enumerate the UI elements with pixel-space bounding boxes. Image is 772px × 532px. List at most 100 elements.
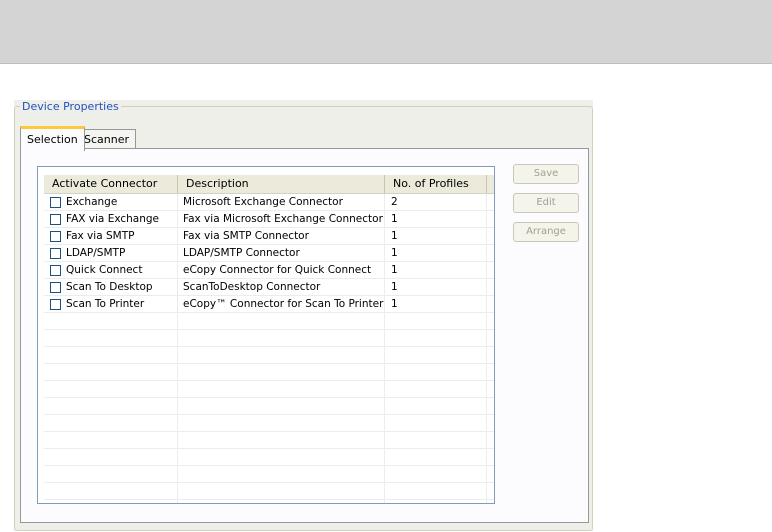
description-cell: Fax via SMTP Connector bbox=[178, 228, 385, 244]
edit-button[interactable]: Edit bbox=[513, 193, 579, 213]
tab-selection[interactable]: Selection bbox=[20, 126, 85, 151]
description-cell bbox=[178, 432, 385, 448]
connector-cell: Scan To Desktop bbox=[44, 279, 178, 295]
description-cell bbox=[178, 449, 385, 465]
activate-checkbox[interactable] bbox=[50, 247, 61, 259]
table-row[interactable]: Scan To Desktop ScanToDesktop Connector 1 bbox=[44, 279, 494, 296]
profiles-cell bbox=[385, 347, 487, 363]
activate-checkbox[interactable] bbox=[50, 196, 61, 208]
connector-cell bbox=[44, 313, 178, 329]
empty-row bbox=[44, 381, 494, 398]
table-row[interactable]: LDAP/SMTP LDAP/SMTP Connector 1 bbox=[44, 245, 494, 262]
description-cell: LDAP/SMTP Connector bbox=[178, 245, 385, 261]
activate-checkbox[interactable] bbox=[50, 230, 61, 242]
connector-cell bbox=[44, 449, 178, 465]
save-button[interactable]: Save bbox=[513, 164, 579, 184]
connector-cell bbox=[44, 432, 178, 448]
description-cell bbox=[178, 347, 385, 363]
empty-row bbox=[44, 347, 494, 364]
connector-cell: LDAP/SMTP bbox=[44, 245, 178, 261]
description-cell: Microsoft Exchange Connector bbox=[178, 194, 385, 210]
profiles-cell: 1 bbox=[385, 279, 487, 295]
empty-row bbox=[44, 364, 494, 381]
connector-cell bbox=[44, 398, 178, 414]
profiles-cell: 1 bbox=[385, 296, 487, 312]
profiles-cell: 1 bbox=[385, 228, 487, 244]
description-cell bbox=[178, 330, 385, 346]
description-cell bbox=[178, 381, 385, 397]
connector-name: Exchange bbox=[66, 196, 118, 208]
top-banner bbox=[0, 0, 772, 64]
profiles-cell: 1 bbox=[385, 262, 487, 278]
empty-row bbox=[44, 330, 494, 347]
connector-name: Scan To Printer bbox=[66, 298, 145, 310]
activate-checkbox[interactable] bbox=[50, 281, 61, 293]
connector-cell bbox=[44, 466, 178, 482]
description-cell: Fax via Microsoft Exchange Connector bbox=[178, 211, 385, 227]
connector-cell bbox=[44, 483, 178, 499]
profiles-cell bbox=[385, 449, 487, 465]
profiles-cell: 1 bbox=[385, 245, 487, 261]
connector-cell bbox=[44, 347, 178, 363]
device-properties-groupbox: Device Properties Selection Scanner Acti… bbox=[14, 100, 593, 531]
empty-row bbox=[44, 313, 494, 330]
table-row[interactable]: Quick Connect eCopy Connector for Quick C… bbox=[44, 262, 494, 279]
arrange-button[interactable]: Arrange bbox=[513, 222, 579, 242]
connector-cell: FAX via Exchange bbox=[44, 211, 178, 227]
profiles-cell bbox=[385, 398, 487, 414]
table-row[interactable]: Scan To Printer eCopy™ Connector for Scan… bbox=[44, 296, 494, 313]
description-cell: eCopy Connector for Quick Connect bbox=[178, 262, 385, 278]
activate-checkbox[interactable] bbox=[50, 213, 61, 225]
empty-row bbox=[44, 398, 494, 415]
description-cell bbox=[178, 466, 385, 482]
empty-row bbox=[44, 466, 494, 483]
activate-checkbox[interactable] bbox=[50, 264, 61, 276]
table-row[interactable]: Fax via SMTP Fax via SMTP Connector 1 bbox=[44, 228, 494, 245]
profiles-cell bbox=[385, 364, 487, 380]
connector-cell bbox=[44, 500, 178, 503]
tab-scanner[interactable]: Scanner bbox=[77, 129, 137, 150]
description-cell bbox=[178, 364, 385, 380]
profiles-cell bbox=[385, 313, 487, 329]
table-row[interactable]: Exchange Microsoft Exchange Connector 2 bbox=[44, 194, 494, 211]
list-header: Activate Connector Description No. of Pr… bbox=[44, 175, 494, 194]
empty-row bbox=[44, 500, 494, 503]
profiles-cell: 2 bbox=[385, 194, 487, 210]
connector-cell: Quick Connect bbox=[44, 262, 178, 278]
connector-name: FAX via Exchange bbox=[66, 213, 159, 225]
description-cell bbox=[178, 500, 385, 503]
connector-cell: Fax via SMTP bbox=[44, 228, 178, 244]
connector-cell: Scan To Printer bbox=[44, 296, 178, 312]
description-cell: eCopy™ Connector for Scan To Printer bbox=[178, 296, 385, 312]
profiles-cell bbox=[385, 330, 487, 346]
connector-name: LDAP/SMTP bbox=[66, 247, 126, 259]
connector-list[interactable]: Activate Connector Description No. of Pr… bbox=[37, 166, 495, 504]
description-cell bbox=[178, 483, 385, 499]
description-cell bbox=[178, 313, 385, 329]
profiles-cell bbox=[385, 483, 487, 499]
empty-row bbox=[44, 432, 494, 449]
profiles-cell bbox=[385, 466, 487, 482]
activate-checkbox[interactable] bbox=[50, 298, 61, 310]
connector-name: Quick Connect bbox=[66, 264, 143, 276]
connector-cell bbox=[44, 364, 178, 380]
connector-name: Fax via SMTP bbox=[66, 230, 135, 242]
description-cell: ScanToDesktop Connector bbox=[178, 279, 385, 295]
tab-panel-selection: Activate Connector Description No. of Pr… bbox=[20, 148, 589, 523]
list-rows: Exchange Microsoft Exchange Connector 2 FAX… bbox=[44, 194, 494, 503]
profiles-cell bbox=[385, 432, 487, 448]
profiles-cell bbox=[385, 415, 487, 431]
connector-cell bbox=[44, 415, 178, 431]
column-header-profiles[interactable]: No. of Profiles bbox=[385, 175, 487, 193]
column-header-description[interactable]: Description bbox=[178, 175, 385, 193]
connector-name: Scan To Desktop bbox=[66, 281, 153, 293]
groupbox-title: Device Properties bbox=[20, 100, 121, 113]
profiles-cell: 1 bbox=[385, 211, 487, 227]
table-row[interactable]: FAX via Exchange Fax via Microsoft Exchan… bbox=[44, 211, 494, 228]
empty-row bbox=[44, 415, 494, 432]
profiles-cell bbox=[385, 500, 487, 503]
connector-cell: Exchange bbox=[44, 194, 178, 210]
connector-cell bbox=[44, 381, 178, 397]
column-header-activate-connector[interactable]: Activate Connector bbox=[44, 175, 178, 193]
empty-row bbox=[44, 449, 494, 466]
